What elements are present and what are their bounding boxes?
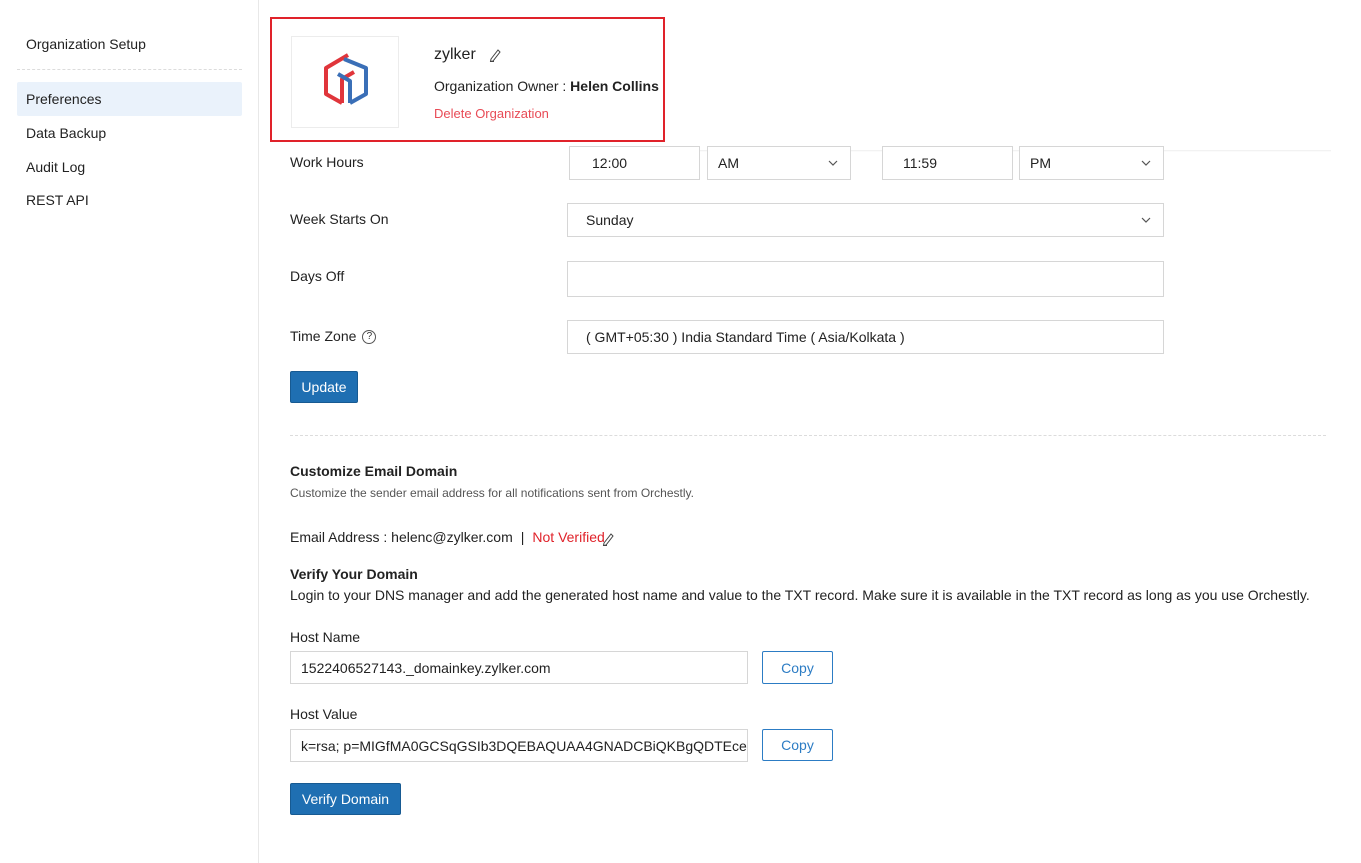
owner-name: Helen Collins — [570, 78, 659, 94]
chevron-down-icon — [828, 160, 838, 166]
organization-logo[interactable] — [291, 36, 399, 128]
email-domain-subtitle: Customize the sender email address for a… — [290, 486, 694, 500]
host-value-label: Host Value — [290, 706, 358, 722]
days-off-label: Days Off — [290, 268, 345, 284]
email-address: helenc@zylker.com — [391, 529, 513, 545]
email-address-line: Email Address : helenc@zylker.com | Not Ve… — [290, 529, 605, 545]
verify-domain-title: Verify Your Domain — [290, 566, 418, 582]
week-starts-value: Sunday — [586, 212, 634, 228]
update-button[interactable]: Update — [290, 371, 358, 403]
sidebar-divider — [17, 69, 242, 70]
sidebar-item-audit-log[interactable]: Audit Log — [17, 150, 242, 184]
verify-domain-button[interactable]: Verify Domain — [290, 783, 401, 815]
time-zone-label-text: Time Zone — [290, 328, 357, 344]
work-hours-start-period-select[interactable]: AM — [707, 146, 851, 180]
organization-name: zylker — [434, 46, 476, 63]
work-hours-end-time-input[interactable]: 11:59 — [882, 146, 1013, 180]
sidebar-item-rest-api[interactable]: REST API — [17, 183, 242, 217]
separator: | — [520, 529, 525, 545]
sidebar-item-data-backup[interactable]: Data Backup — [17, 116, 242, 150]
sidebar: Organization Setup Preferences Data Back… — [0, 0, 259, 863]
question-circle-icon[interactable]: ? — [362, 330, 377, 345]
pencil-edit-icon[interactable] — [488, 48, 502, 63]
week-starts-label: Week Starts On — [290, 211, 389, 227]
start-period-value: AM — [718, 155, 739, 171]
verification-status: Not Verified — [532, 529, 605, 545]
days-off-input[interactable] — [567, 261, 1164, 297]
verify-domain-instructions: Login to your DNS manager and add the ge… — [290, 587, 1310, 603]
work-hours-label: Work Hours — [290, 154, 364, 170]
chevron-down-icon — [1141, 217, 1151, 223]
time-zone-select[interactable]: ( GMT+05:30 ) India Standard Time ( Asia… — [567, 320, 1164, 354]
email-prefix: Email Address : — [290, 529, 392, 545]
copy-host-name-button[interactable]: Copy — [762, 651, 833, 684]
sidebar-title: Organization Setup — [26, 36, 146, 52]
email-domain-title: Customize Email Domain — [290, 463, 458, 479]
organization-owner: Organization Owner : Helen Collins — [434, 78, 659, 94]
zylker-logo-icon — [324, 53, 368, 105]
work-hours-start-time-input[interactable]: 12:00 — [569, 146, 700, 180]
owner-label: Organization Owner : — [434, 78, 571, 94]
sidebar-item-preferences[interactable]: Preferences — [17, 82, 242, 116]
host-name-label: Host Name — [290, 629, 361, 645]
week-starts-select[interactable]: Sunday — [567, 203, 1164, 237]
host-value-field[interactable]: k=rsa; p=MIGfMA0GCSqGSIb3DQEBAQUAA4GNADC… — [290, 729, 748, 762]
copy-host-value-button[interactable]: Copy — [762, 729, 833, 761]
work-hours-end-period-select[interactable]: PM — [1019, 146, 1164, 180]
chevron-down-icon — [1141, 160, 1151, 166]
section-divider — [290, 435, 1326, 436]
host-name-field[interactable]: 1522406527143._domainkey.zylker.com — [290, 651, 748, 684]
end-period-value: PM — [1030, 155, 1051, 171]
organization-card: zylker Organization Owner : Helen Collin… — [270, 17, 665, 142]
delete-organization-link[interactable]: Delete Organization — [434, 106, 549, 121]
pencil-edit-icon[interactable] — [601, 532, 615, 547]
time-zone-label: Time Zone? — [290, 328, 377, 345]
